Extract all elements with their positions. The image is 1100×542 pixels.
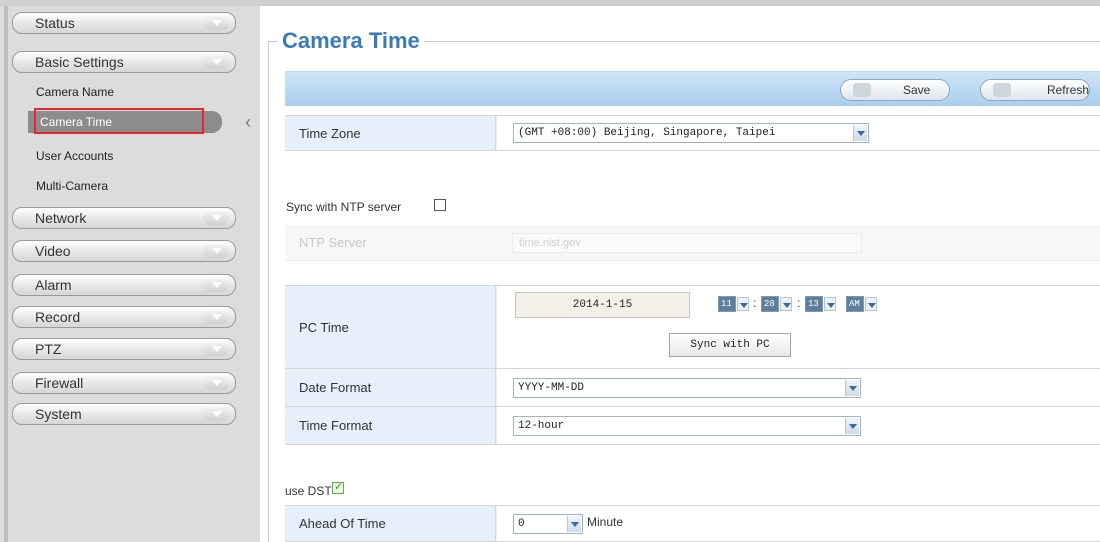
menu-label: Firewall xyxy=(35,375,84,391)
time-zone-cell: (GMT +08:00) Beijing, Singapore, Taipei xyxy=(497,116,1100,150)
time-format-row: Time Format 12-hour xyxy=(285,407,1100,445)
chevron-down-icon xyxy=(853,125,867,141)
chevron-down-icon xyxy=(203,211,229,225)
menu-network[interactable]: Network xyxy=(12,207,236,229)
pc-date-field[interactable]: 2014-1-15 xyxy=(515,292,690,318)
menu-label: System xyxy=(35,406,82,422)
chevron-down-icon xyxy=(824,297,836,311)
menu-firewall[interactable]: Firewall xyxy=(12,372,236,394)
time-format-label: Time Format xyxy=(285,407,496,444)
menu-label: Basic Settings xyxy=(35,54,124,70)
time-zone-row: Time Zone (GMT +08:00) Beijing, Singapor… xyxy=(285,115,1100,151)
refresh-label: Refresh xyxy=(1046,83,1089,97)
pc-time-label: PC Time xyxy=(285,286,496,368)
fieldset-border-left xyxy=(268,41,269,542)
ahead-of-time-value: 0 xyxy=(518,518,525,530)
menu-system[interactable]: System xyxy=(12,403,236,425)
menu-status[interactable]: Status xyxy=(12,12,236,34)
refresh-button[interactable]: Refresh xyxy=(980,79,1090,101)
refresh-icon xyxy=(993,83,1011,97)
hour-select[interactable]: 11 xyxy=(718,296,749,312)
sync-ntp-checkbox[interactable] xyxy=(434,199,446,211)
chevron-down-icon xyxy=(203,310,229,324)
chevron-down-icon xyxy=(780,297,792,311)
chevron-down-icon xyxy=(203,278,229,292)
menu-label: Network xyxy=(35,210,87,226)
ampm-value: AM xyxy=(849,299,860,309)
time-format-select[interactable]: 12-hour xyxy=(513,416,861,436)
menu-record[interactable]: Record xyxy=(12,306,236,328)
pc-time-row: PC Time 2014-1-15 11 : 28 : 13 AM Sync w… xyxy=(285,285,1100,369)
date-format-select[interactable]: YYYY-MM-DD xyxy=(513,378,861,398)
save-button[interactable]: Save xyxy=(840,79,950,101)
time-zone-value: (GMT +08:00) Beijing, Singapore, Taipei xyxy=(518,127,776,139)
date-format-cell: YYYY-MM-DD xyxy=(497,369,1100,406)
ahead-of-time-cell: 0 Minute xyxy=(497,506,1100,541)
chevron-down-icon xyxy=(865,297,877,311)
ahead-of-time-row: Ahead Of Time 0 Minute xyxy=(285,505,1100,542)
ahead-of-time-label: Ahead Of Time xyxy=(285,506,496,541)
menu-label: PTZ xyxy=(35,341,62,357)
second-value: 13 xyxy=(808,299,819,309)
save-icon xyxy=(853,83,871,97)
minute-unit-label: Minute xyxy=(587,515,624,529)
date-format-row: Date Format YYYY-MM-DD xyxy=(285,369,1100,407)
menu-ptz[interactable]: PTZ xyxy=(12,338,236,360)
collapse-arrow-icon[interactable]: ‹ xyxy=(245,112,257,132)
sync-with-pc-button[interactable]: Sync with PC xyxy=(669,333,791,357)
use-dst-checkbox[interactable] xyxy=(332,480,344,494)
menu-basic-settings[interactable]: Basic Settings xyxy=(12,51,236,73)
use-dst-label: use DST xyxy=(285,484,332,498)
time-zone-select[interactable]: (GMT +08:00) Beijing, Singapore, Taipei xyxy=(513,123,869,143)
time-separator: : xyxy=(753,296,757,310)
chevron-down-icon xyxy=(567,516,581,532)
chevron-down-icon xyxy=(737,297,749,311)
minute-select[interactable]: 28 xyxy=(761,296,792,312)
minute-value: 28 xyxy=(764,299,775,309)
date-format-label: Date Format xyxy=(285,369,496,406)
menu-label: Record xyxy=(35,309,81,325)
sub-item-camera-time[interactable]: Camera Time xyxy=(40,112,112,132)
menu-label: Alarm xyxy=(35,277,72,293)
sub-item-camera-name[interactable]: Camera Name xyxy=(36,82,114,102)
sync-ntp-label: Sync with NTP server xyxy=(286,200,402,214)
sub-item-user-accounts[interactable]: User Accounts xyxy=(36,146,113,166)
ntp-server-select[interactable]: time.nist.gov xyxy=(512,233,862,253)
ahead-of-time-select[interactable]: 0 xyxy=(513,514,583,534)
chevron-down-icon xyxy=(845,380,859,396)
second-select[interactable]: 13 xyxy=(805,296,836,312)
chevron-down-icon xyxy=(845,418,859,434)
sub-item-multi-camera[interactable]: Multi-Camera xyxy=(36,176,108,196)
page-title: Camera Time xyxy=(278,28,424,54)
chevron-down-icon xyxy=(203,342,229,356)
chevron-down-icon xyxy=(203,16,229,30)
hour-value: 11 xyxy=(721,299,732,309)
chevron-down-icon xyxy=(203,244,229,258)
save-label: Save xyxy=(903,83,931,97)
sidebar-edge xyxy=(4,6,8,542)
toolbar: Save Refresh xyxy=(285,71,1100,106)
menu-alarm[interactable]: Alarm xyxy=(12,274,236,296)
ampm-select[interactable]: AM xyxy=(846,296,877,312)
menu-label: Status xyxy=(35,15,75,31)
chevron-down-icon xyxy=(203,55,229,69)
chevron-down-icon xyxy=(203,407,229,421)
time-separator: : xyxy=(797,296,801,310)
time-format-value: 12-hour xyxy=(518,420,565,432)
pc-time-cell: 2014-1-15 11 : 28 : 13 AM Sync with PC xyxy=(497,286,1100,368)
time-format-cell: 12-hour xyxy=(497,407,1100,444)
ntp-server-label: NTP Server xyxy=(299,235,367,250)
menu-label: Video xyxy=(35,243,71,259)
chevron-down-icon xyxy=(203,376,229,390)
ntp-server-row: NTP Server time.nist.gov xyxy=(285,225,1100,261)
date-format-value: YYYY-MM-DD xyxy=(518,382,585,394)
time-zone-label: Time Zone xyxy=(285,116,496,150)
menu-video[interactable]: Video xyxy=(12,240,236,262)
